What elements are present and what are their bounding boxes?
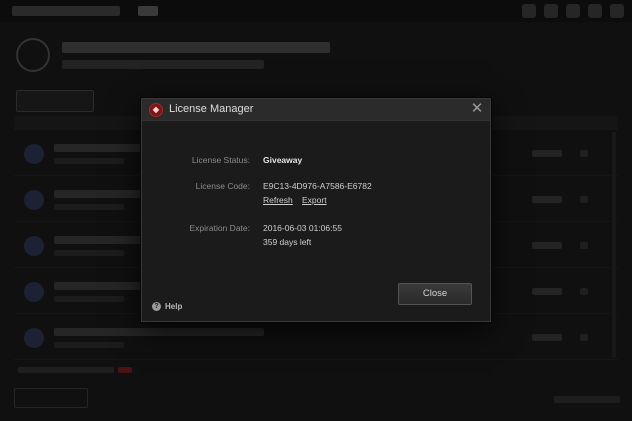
days-left-value: 359 days left bbox=[263, 237, 312, 247]
background-scrollbar bbox=[612, 132, 616, 358]
license-status-label: License Status: bbox=[191, 155, 250, 165]
close-window-icon bbox=[610, 4, 624, 18]
status-subline bbox=[62, 60, 264, 69]
driver-icon bbox=[24, 144, 44, 164]
dialog-title: License Manager bbox=[169, 103, 254, 115]
question-icon: ? bbox=[152, 302, 161, 311]
driver-icon bbox=[24, 190, 44, 210]
expiration-date-value: 2016-06-03 01:06:55 bbox=[263, 223, 342, 233]
driver-icon bbox=[24, 282, 44, 302]
expiration-date-label: Expiration Date: bbox=[189, 223, 250, 233]
driver-icon bbox=[24, 236, 44, 256]
menu-icon bbox=[566, 4, 580, 18]
export-link[interactable]: Export bbox=[302, 195, 327, 205]
dialog-header: ◆ License Manager ✕ bbox=[142, 99, 490, 121]
background-bottom-link bbox=[554, 396, 620, 403]
license-manager-dialog: ◆ License Manager ✕ License Status: Give… bbox=[141, 98, 491, 322]
window-controls bbox=[522, 4, 624, 18]
settings-icon bbox=[544, 4, 558, 18]
background-bottom-button bbox=[14, 388, 88, 408]
status-check-icon bbox=[16, 38, 50, 72]
list-item bbox=[14, 316, 618, 360]
minimize-icon bbox=[588, 4, 602, 18]
background-footer bbox=[14, 364, 618, 376]
help-label: Help bbox=[165, 302, 183, 311]
feedback-icon bbox=[522, 4, 536, 18]
refresh-link[interactable]: Refresh bbox=[263, 195, 293, 205]
app-titlebar bbox=[0, 0, 632, 22]
app-logo bbox=[12, 6, 120, 16]
status-headline bbox=[62, 42, 330, 53]
close-icon[interactable]: ✕ bbox=[470, 101, 484, 116]
version-badge bbox=[138, 6, 158, 16]
close-button[interactable]: Close bbox=[398, 283, 472, 305]
license-code-value: E9C13-4D976-A7586-E6782 bbox=[263, 181, 372, 191]
license-code-label: License Code: bbox=[195, 181, 250, 191]
app-logo-icon: ◆ bbox=[149, 103, 163, 117]
background-tab bbox=[16, 90, 94, 112]
license-status-value: Giveaway bbox=[263, 155, 303, 165]
driver-icon bbox=[24, 328, 44, 348]
help-link[interactable]: ? Help bbox=[152, 302, 182, 311]
